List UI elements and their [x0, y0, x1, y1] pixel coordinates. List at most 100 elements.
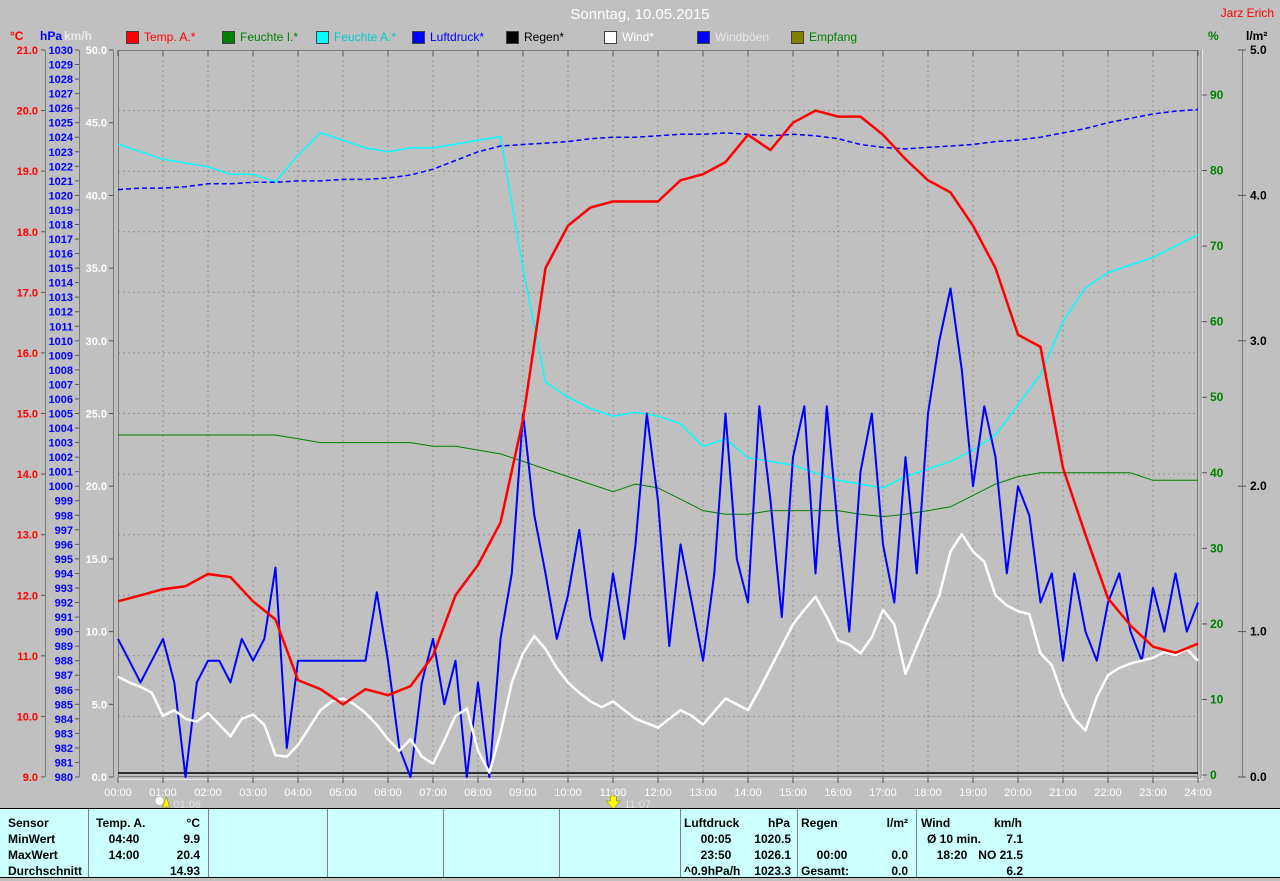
svg-text:35.0: 35.0 [86, 263, 107, 275]
svg-text:20.0: 20.0 [86, 481, 107, 493]
svg-text:10:00: 10:00 [554, 787, 582, 799]
rain-col-header: Regen [801, 816, 838, 830]
svg-text:12:00: 12:00 [644, 787, 672, 799]
svg-text:21.0: 21.0 [17, 45, 38, 57]
table-column-divider [680, 809, 681, 877]
table-column-divider [559, 809, 560, 877]
table-column-divider [797, 809, 798, 877]
table-column-divider [208, 809, 209, 877]
svg-text:18.0: 18.0 [17, 227, 38, 239]
legend-item-temp[interactable]: Temp. A.* [126, 30, 195, 44]
svg-text:1001: 1001 [49, 467, 73, 479]
svg-text:11.0: 11.0 [17, 651, 38, 663]
svg-text:980: 980 [55, 772, 73, 784]
svg-text:02:00: 02:00 [194, 787, 222, 799]
svg-text:1016: 1016 [49, 249, 73, 261]
station-owner-label: Jarz Erich [1220, 6, 1274, 20]
svg-text:1022: 1022 [49, 161, 73, 173]
svg-text:10: 10 [1210, 692, 1224, 706]
svg-text:15.0: 15.0 [17, 409, 38, 421]
svg-text:16.0: 16.0 [17, 348, 38, 360]
legend-item-regen[interactable]: Regen* [506, 30, 564, 44]
svg-text:08:00: 08:00 [464, 787, 492, 799]
svg-text:1029: 1029 [49, 60, 73, 72]
table-row-label-minwert: MinWert [8, 832, 56, 846]
weather-app-window: Sonntag, 10.05.2015 Jarz Erich °C hPa km… [0, 0, 1280, 881]
plot-area[interactable] [118, 50, 1198, 777]
rain-max-time: 00:00 [816, 848, 848, 862]
legend-item-luftdruck[interactable]: Luftdruck* [412, 30, 484, 44]
svg-text:03:00: 03:00 [239, 787, 267, 799]
svg-text:1000: 1000 [49, 481, 73, 493]
rain-axis: 5.0 4.0 3.0 2.0 1.0 0.0 [1238, 43, 1267, 784]
svg-text:1008: 1008 [49, 365, 73, 377]
svg-text:1017: 1017 [49, 234, 73, 246]
svg-text:998: 998 [55, 510, 73, 522]
svg-text:1006: 1006 [49, 394, 73, 406]
svg-text:1010: 1010 [49, 336, 73, 348]
temp-avg-value: 14.93 [169, 864, 200, 878]
svg-text:993: 993 [55, 583, 73, 595]
temp-min-value: 9.9 [183, 832, 200, 846]
svg-text:30.0: 30.0 [86, 336, 107, 348]
svg-text:17.0: 17.0 [17, 287, 38, 299]
unit-label-lm2: l/m² [1246, 29, 1268, 43]
svg-text:80: 80 [1210, 164, 1224, 178]
svg-text:50: 50 [1210, 390, 1224, 404]
svg-text:15:00: 15:00 [779, 787, 807, 799]
svg-text:0.0: 0.0 [1250, 770, 1267, 784]
svg-text:12.0: 12.0 [17, 590, 38, 602]
legend-item-empfang[interactable]: Empfang [791, 30, 857, 44]
table-column-divider [916, 809, 917, 877]
svg-text:19:00: 19:00 [959, 787, 987, 799]
svg-text:999: 999 [55, 496, 73, 508]
svg-text:981: 981 [55, 757, 73, 769]
legend-item-feuchte-a[interactable]: Feuchte A.* [316, 30, 396, 44]
svg-text:1021: 1021 [49, 176, 73, 188]
svg-text:985: 985 [55, 699, 73, 711]
svg-text:10.0: 10.0 [86, 627, 107, 639]
svg-text:04:00: 04:00 [284, 787, 312, 799]
svg-text:1020: 1020 [49, 190, 73, 202]
svg-text:14.0: 14.0 [17, 469, 38, 481]
svg-text:0.0: 0.0 [92, 772, 107, 784]
pressure-axis: 1030 1029 1028 1027 1026 1025 1024 1023 1022 1021… [49, 45, 80, 784]
svg-text:1025: 1025 [49, 118, 73, 130]
svg-text:1007: 1007 [49, 379, 73, 391]
svg-text:988: 988 [55, 656, 73, 668]
svg-text:06:00: 06:00 [374, 787, 402, 799]
temp-col-unit: °C [186, 816, 200, 830]
svg-text:1030: 1030 [49, 45, 73, 57]
svg-text:991: 991 [55, 612, 73, 624]
svg-text:996: 996 [55, 539, 73, 551]
svg-text:18:00: 18:00 [914, 787, 942, 799]
svg-text:20.0: 20.0 [17, 106, 38, 118]
svg-text:21:00: 21:00 [1049, 787, 1077, 799]
rain-total-value: 0.0 [891, 864, 908, 878]
svg-text:1011: 1011 [49, 321, 73, 333]
legend-item-wind[interactable]: Wind* [604, 30, 654, 44]
svg-text:17:00: 17:00 [869, 787, 897, 799]
svg-text:1012: 1012 [49, 307, 73, 319]
table-row-label-maxwert: MaxWert [8, 848, 58, 862]
table-row-label-durchschnitt: Durchschnitt [8, 864, 83, 878]
svg-text:15.0: 15.0 [86, 554, 107, 566]
wind-min-label: Ø 10 min. [927, 832, 982, 846]
svg-text:22:00: 22:00 [1094, 787, 1122, 799]
pressure-col-unit: hPa [767, 816, 790, 830]
svg-text:25.0: 25.0 [86, 409, 107, 421]
pressure-avg-value: 1023.3 [754, 864, 791, 878]
table-column-divider [443, 809, 444, 877]
legend-item-feuchte-i[interactable]: Feuchte I.* [222, 30, 298, 44]
svg-text:1013: 1013 [49, 292, 73, 304]
svg-text:1027: 1027 [49, 89, 73, 101]
svg-text:984: 984 [55, 714, 74, 726]
svg-text:01:00: 01:00 [149, 787, 177, 799]
svg-text:11:00: 11:00 [600, 787, 627, 799]
svg-text:1026: 1026 [49, 103, 73, 115]
svg-text:1003: 1003 [49, 438, 73, 450]
svg-text:1015: 1015 [49, 263, 73, 275]
svg-text:986: 986 [55, 685, 73, 697]
legend-item-windboeen[interactable]: Windböen [697, 30, 769, 44]
wind-avg-value: 6.2 [1006, 864, 1023, 878]
